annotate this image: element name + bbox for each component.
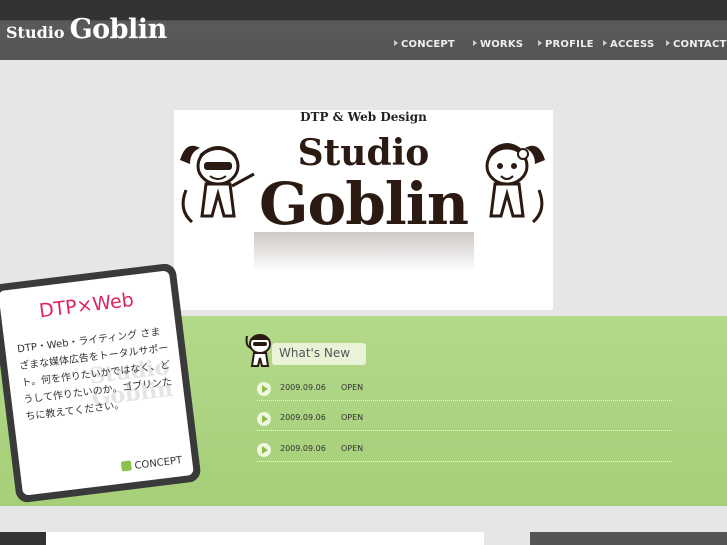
footer-right-block xyxy=(530,532,727,545)
footer-content-panel xyxy=(46,532,484,545)
goblin-left-illustration xyxy=(180,145,255,224)
arrow-right-icon xyxy=(473,40,477,46)
nav-contact[interactable]: CONTACT xyxy=(666,39,727,50)
concept-card-face: Studio Goblin DTP×Web DTP・Web・ライティング さまざ… xyxy=(0,270,194,496)
concept-link[interactable]: CONCEPT xyxy=(120,454,183,473)
banner-reflection xyxy=(254,232,474,272)
news-item[interactable]: 2009.09.06 OPEN xyxy=(257,407,672,431)
nav-works-label: WORKS xyxy=(480,39,524,50)
play-icon xyxy=(257,443,271,457)
news-date: 2009.09.06 xyxy=(280,413,326,422)
header-bar: Studio Goblin CONCEPT WORKS PROFILE ACCE… xyxy=(0,0,727,60)
nav-profile[interactable]: PROFILE xyxy=(538,39,594,50)
concept-card: Studio Goblin DTP×Web DTP・Web・ライティング さまざ… xyxy=(0,262,202,504)
concept-card-frame: Studio Goblin DTP×Web DTP・Web・ライティング さまざ… xyxy=(0,262,202,504)
hero-banner: DTP & Web Design Studio Goblin xyxy=(174,110,553,310)
news-date: 2009.09.06 xyxy=(280,444,326,453)
goblin-right-illustration xyxy=(485,143,545,224)
logo-goblin-text: Goblin xyxy=(69,14,168,45)
arrow-right-icon xyxy=(666,40,670,46)
logo-studio-text: Studio xyxy=(6,23,65,42)
news-text[interactable]: OPEN xyxy=(341,444,363,453)
banner-subtitle: DTP & Web Design xyxy=(300,110,427,124)
nav-contact-label: CONTACT xyxy=(673,39,727,50)
card-heading: DTP×Web xyxy=(37,288,135,323)
play-icon xyxy=(257,412,271,426)
nav-access[interactable]: ACCESS xyxy=(603,39,654,50)
play-icon xyxy=(257,382,271,396)
nav-works[interactable]: WORKS xyxy=(473,39,523,50)
news-text[interactable]: OPEN xyxy=(341,413,363,422)
arrow-icon xyxy=(120,460,133,472)
nav-profile-label: PROFILE xyxy=(545,39,594,50)
site-logo[interactable]: Studio Goblin xyxy=(6,14,167,45)
news-date: 2009.09.06 xyxy=(280,383,326,392)
nav-concept-label: CONCEPT xyxy=(401,39,455,50)
arrow-right-icon xyxy=(538,40,542,46)
news-item[interactable]: 2009.09.06 OPEN xyxy=(257,377,672,401)
whats-new-heading: What's New xyxy=(272,343,366,365)
card-text: DTP・Web・ライティング さまざまな媒体広告をトータルサポート。何を作りたい… xyxy=(16,326,173,423)
news-item[interactable]: 2009.09.06 OPEN xyxy=(257,438,672,462)
concept-link-label: CONCEPT xyxy=(134,455,183,472)
arrow-right-icon xyxy=(394,40,398,46)
nav-concept[interactable]: CONCEPT xyxy=(394,39,455,50)
news-text[interactable]: OPEN xyxy=(341,383,363,392)
nav-access-label: ACCESS xyxy=(610,39,655,50)
arrow-right-icon xyxy=(603,40,607,46)
footer-left-block xyxy=(0,532,46,545)
